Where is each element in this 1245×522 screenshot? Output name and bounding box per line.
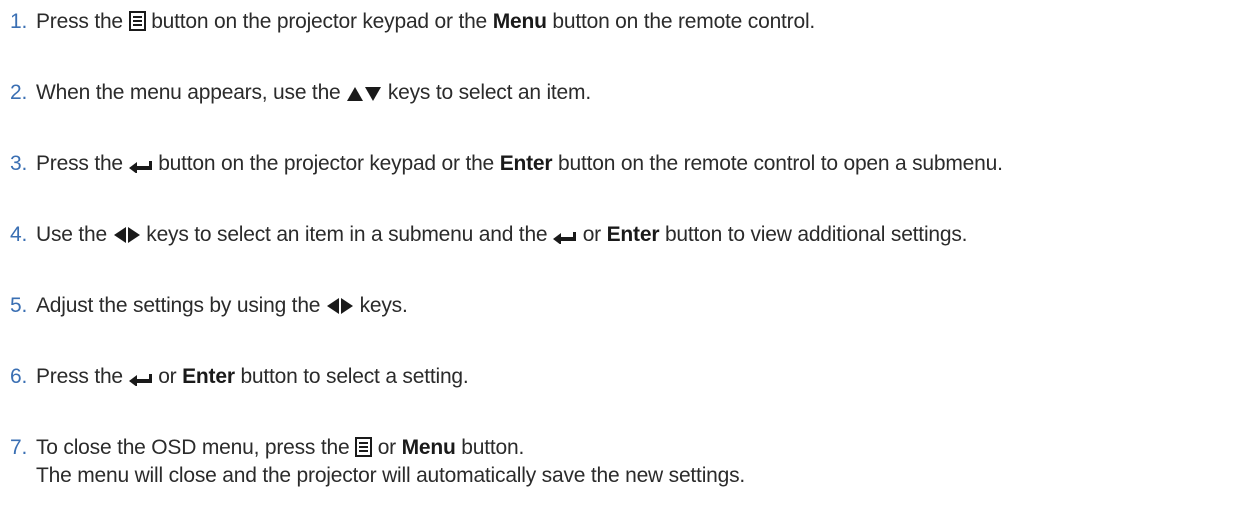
step-text: button on the remote control to open a s… [558,152,1003,175]
menu-icon [128,11,146,31]
menu-button-label: Menu [401,436,456,459]
instruction-steps: 1. Press the button on the projector keyp… [0,0,1245,522]
step-text: button. [461,436,525,459]
step-text: keys. [359,294,408,317]
step-number: 1. [10,10,28,33]
step-text: Press the [36,10,123,33]
step-number: 7. [10,436,28,459]
left-arrow-icon [113,226,127,244]
step-number: 2. [10,81,28,104]
right-arrow-icon [127,226,141,244]
step-text: or [158,365,177,388]
step-text: keys to select an item in a submenu and … [146,223,548,246]
enter-button-label: Enter [606,223,660,246]
enter-arrow-icon [128,159,153,173]
step-number: 5. [10,294,28,317]
step-4: 4. Use the keys to select an item in a su… [10,221,1245,249]
step-7: 7. To close the OSD menu, press the or Me… [10,434,1245,490]
step-text: button to select a setting. [240,365,469,388]
step-7-continuation: The menu will close and the projector wi… [36,464,746,487]
enter-button-label: Enter [499,152,553,175]
step-text: To close the OSD menu, press the [36,436,350,459]
step-number: 6. [10,365,28,388]
step-text: Use the [36,223,107,246]
step-text: button to view additional settings. [664,223,968,246]
step-text: Press the [36,152,123,175]
menu-button-label: Menu [492,10,547,33]
step-6: 6. Press the or Enter button to select a … [10,363,1245,391]
enter-arrow-icon [128,372,153,386]
step-3: 3. Press the button on the projector keyp… [10,150,1245,178]
step-text: Press the [36,365,123,388]
step-text: button on the projector keypad or the [151,10,488,33]
step-text: Adjust the settings by using the [36,294,321,317]
step-number: 3. [10,152,28,175]
step-text: keys to select an item. [387,81,591,104]
right-arrow-icon [340,297,354,315]
step-text: When the menu appears, use the [36,81,341,104]
menu-icon [355,437,373,457]
left-arrow-icon [326,297,340,315]
step-number: 4. [10,223,28,246]
step-1: 1. Press the button on the projector keyp… [10,8,1245,36]
enter-arrow-icon [553,230,577,244]
step-text: button on the remote control. [552,10,816,33]
enter-button-label: Enter [182,365,235,388]
step-text: or [582,223,601,246]
down-arrow-icon [364,86,382,102]
step-text: button on the projector keypad or the [158,152,495,175]
step-2: 2. When the menu appears, use the keys to… [10,79,1245,107]
up-arrow-icon [346,86,364,102]
step-5: 5. Adjust the settings by using the keys. [10,292,1245,320]
step-text: or [377,436,396,459]
